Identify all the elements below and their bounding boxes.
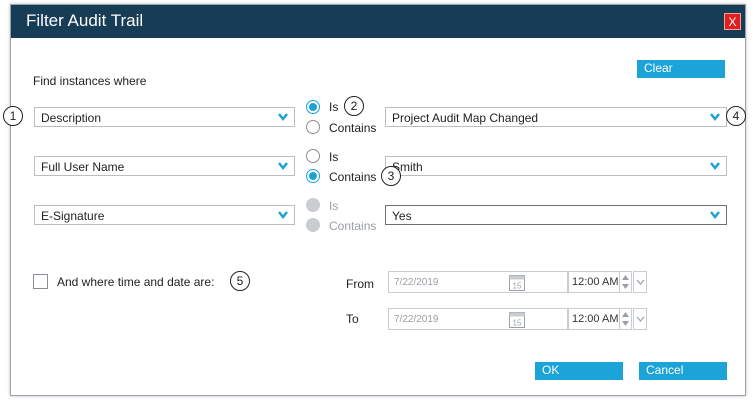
to-date-picker[interactable]: 7/22/2019 15 — [388, 308, 568, 330]
radio-contains-label: Contains — [329, 170, 377, 184]
value-input-row2[interactable]: Smith — [385, 156, 727, 176]
calendar-icon[interactable]: 15 — [509, 311, 525, 328]
field-select-value: Full User Name — [41, 160, 125, 174]
chevron-down-icon — [278, 113, 288, 121]
to-time-dropdown[interactable] — [633, 308, 647, 330]
dialog-title: Filter Audit Trail — [26, 11, 144, 30]
time-spinner-icon[interactable] — [619, 309, 631, 329]
chevron-down-icon — [278, 211, 288, 219]
from-time-dropdown[interactable] — [633, 271, 647, 293]
from-date-picker[interactable]: 7/22/2019 15 — [388, 271, 568, 293]
radio-is-row3 — [306, 198, 320, 212]
value-select-text: Yes — [392, 209, 412, 223]
field-select-value: E-Signature — [41, 209, 105, 223]
ok-button[interactable]: OK — [535, 362, 623, 380]
calendar-day-text: 15 — [513, 282, 522, 291]
field-select-value: Description — [41, 111, 102, 125]
radio-is-label: Is — [329, 199, 339, 213]
filter-dialog: Filter Audit Trail X Clear Find instance… — [10, 4, 746, 396]
radio-is-row2[interactable] — [306, 149, 320, 163]
callout-4: 4 — [726, 106, 746, 126]
callout-5: 5 — [230, 271, 250, 291]
close-button[interactable]: X — [724, 13, 741, 30]
calendar-icon[interactable]: 15 — [509, 274, 525, 291]
clear-button[interactable]: Clear — [637, 60, 725, 78]
chevron-down-icon — [636, 316, 645, 322]
chevron-down-icon — [710, 113, 720, 121]
from-time-input[interactable]: 12:00 AM — [568, 271, 632, 293]
callout-3: 3 — [381, 166, 401, 186]
to-time-value: 12:00 AM — [572, 313, 619, 325]
radio-is-label: Is — [329, 100, 339, 114]
radio-contains-label: Contains — [329, 121, 377, 135]
time-date-label: And where time and date are: — [57, 275, 215, 289]
title-bar: Filter Audit Trail X — [11, 5, 745, 38]
to-time-input[interactable]: 12:00 AM — [568, 308, 632, 330]
time-spinner-icon[interactable] — [619, 272, 631, 292]
radio-contains-row2[interactable] — [306, 169, 320, 183]
time-date-checkbox[interactable] — [33, 274, 48, 289]
calendar-day-text: 15 — [513, 319, 522, 328]
field-select-description[interactable]: Description — [34, 107, 295, 127]
find-instances-label: Find instances where — [33, 74, 147, 88]
from-label: From — [346, 277, 374, 291]
value-select-text: Project Audit Map Changed — [392, 111, 539, 125]
radio-contains-row1[interactable] — [306, 120, 320, 134]
to-label: To — [346, 312, 359, 326]
chevron-down-icon — [278, 162, 288, 170]
from-time-value: 12:00 AM — [572, 276, 619, 288]
radio-contains-row3 — [306, 218, 320, 232]
from-date-value: 7/22/2019 — [394, 277, 439, 288]
callout-1: 1 — [3, 106, 23, 126]
to-date-value: 7/22/2019 — [394, 314, 439, 325]
radio-contains-label: Contains — [329, 219, 377, 233]
field-select-e-signature[interactable]: E-Signature — [34, 205, 295, 225]
chevron-down-icon — [710, 211, 720, 219]
radio-is-row1[interactable] — [306, 100, 320, 114]
value-select-row3[interactable]: Yes — [385, 205, 727, 225]
value-select-row1[interactable]: Project Audit Map Changed — [385, 107, 727, 127]
chevron-down-icon — [710, 162, 720, 170]
field-select-full-user-name[interactable]: Full User Name — [34, 156, 295, 176]
chevron-down-icon — [636, 279, 645, 285]
callout-2: 2 — [344, 96, 364, 116]
radio-is-label: Is — [329, 150, 339, 164]
cancel-button[interactable]: Cancel — [639, 362, 727, 380]
